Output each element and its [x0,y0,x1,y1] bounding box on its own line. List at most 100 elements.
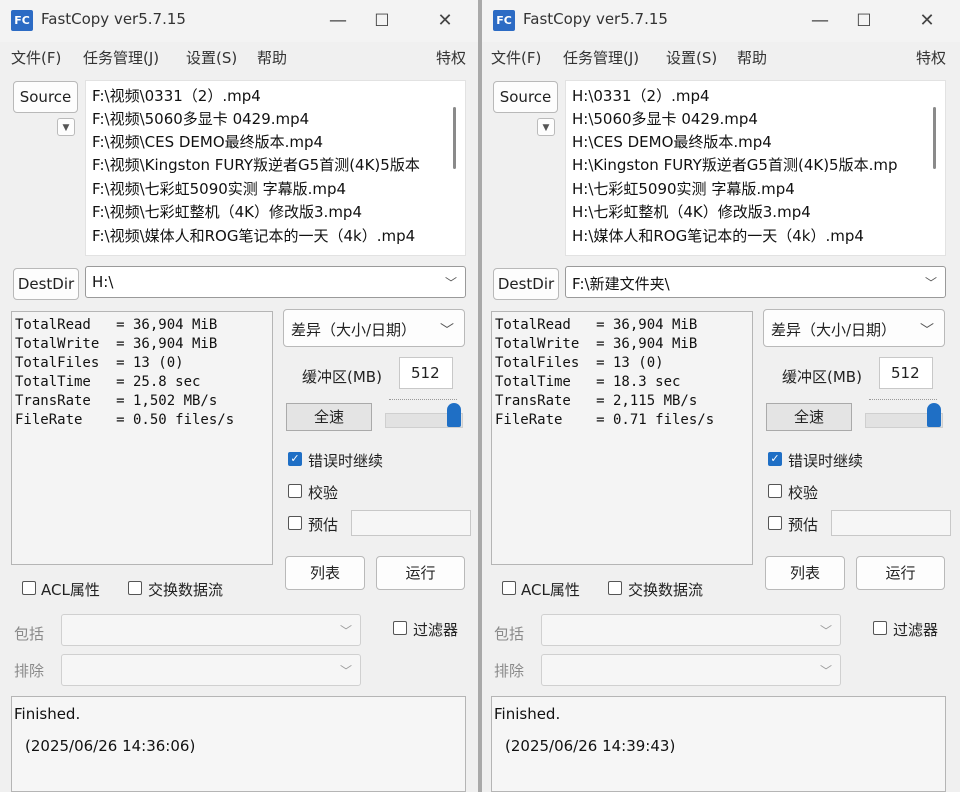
acl-checkbox[interactable] [502,581,516,595]
minimize-button[interactable]: — [318,6,358,36]
acl-checkbox[interactable] [22,581,36,595]
full-speed-button[interactable]: 全速 [766,403,852,431]
stats-panel: TotalRead = 36,904 MiB TotalWrite = 36,9… [491,311,753,565]
status-timestamp: (2025/06/26 14:36:06) [25,737,196,755]
include-field[interactable]: ﹀ [541,614,841,646]
acl-label: ACL属性 [41,581,100,599]
destdir-value: F:\新建文件夹\ [572,275,670,293]
list-item: F:\视频\七彩虹整机（4K）修改版3.mp4 [92,203,362,221]
stat-trans-rate: TransRate = 1,502 MB/s [15,393,218,409]
maximize-button[interactable]: ☐ [844,6,884,36]
include-field[interactable]: ﹀ [61,614,361,646]
menu-job[interactable]: 任务管理(J) [83,47,159,68]
list-button[interactable]: 列表 [765,556,845,590]
list-item: H:\5060多显卡 0429.mp4 [572,110,758,128]
source-history-dropdown[interactable]: ▼ [537,118,555,136]
title-bar: FC FastCopy ver5.7.15 — ☐ ✕ [482,0,960,42]
destdir-button[interactable]: DestDir [13,268,79,300]
ads-checkbox[interactable] [128,581,142,595]
destdir-field[interactable]: F:\新建文件夹\ ﹀ [565,266,946,298]
status-text: Finished. [494,705,561,723]
chevron-down-icon[interactable]: ﹀ [445,274,457,291]
slider-thumb[interactable] [447,403,461,427]
verify-checkbox[interactable] [288,484,302,498]
continue-on-error-checkbox[interactable]: ✓ [288,452,302,466]
list-scrollbar[interactable] [933,107,936,169]
acl-label: ACL属性 [521,581,580,599]
menu-settings[interactable]: 设置(S) [666,47,717,68]
menu-privilege[interactable]: 特权 [916,47,946,68]
status-timestamp: (2025/06/26 14:39:43) [505,737,676,755]
stat-total-time: TotalTime = 25.8 sec [15,374,201,390]
copy-mode-value: 差异（大小/日期） [291,321,417,339]
destdir-field[interactable]: H:\ ﹀ [85,266,466,298]
chevron-down-icon: ﹀ [440,323,454,339]
list-item: F:\视频\Kingston FURY叛逆者G5首测(4K)5版本 [92,156,420,174]
filter-checkbox[interactable] [873,621,887,635]
buffer-label: 缓冲区(MB) [782,368,862,386]
window-title: FastCopy ver5.7.15 [523,10,668,28]
ads-checkbox[interactable] [608,581,622,595]
list-button[interactable]: 列表 [285,556,365,590]
include-label: 包括 [494,625,525,643]
ads-label: 交换数据流 [628,581,704,599]
copy-mode-select[interactable]: 差异（大小/日期） ﹀ [283,309,465,347]
estimate-field [831,510,951,536]
copy-mode-select[interactable]: 差异（大小/日期） ﹀ [763,309,945,347]
chevron-down-icon: ﹀ [819,624,832,638]
maximize-button[interactable]: ☐ [362,6,402,36]
chevron-down-icon: ﹀ [339,664,352,678]
stat-total-read: TotalRead = 36,904 MiB [15,317,218,333]
exclude-field[interactable]: ﹀ [541,654,841,686]
menu-help[interactable]: 帮助 [737,47,767,68]
source-history-dropdown[interactable]: ▼ [57,118,75,136]
menu-help[interactable]: 帮助 [257,47,287,68]
stat-total-write: TotalWrite = 36,904 MiB [495,336,698,352]
buffer-label: 缓冲区(MB) [302,368,382,386]
stat-file-rate: FileRate = 0.71 files/s [495,412,715,428]
source-file-list[interactable]: H:\0331（2）.mp4 H:\5060多显卡 0429.mp4 H:\CE… [565,80,946,256]
stats-panel: TotalRead = 36,904 MiB TotalWrite = 36,9… [11,311,273,565]
destdir-button[interactable]: DestDir [493,268,559,300]
include-label: 包括 [14,625,45,643]
filter-label: 过滤器 [893,621,939,639]
menu-file[interactable]: 文件(F) [491,47,541,68]
close-button[interactable]: ✕ [907,6,947,36]
list-item: H:\七彩虹整机（4K）修改版3.mp4 [572,203,811,221]
chevron-down-icon[interactable]: ﹀ [925,274,937,291]
list-scrollbar[interactable] [453,107,456,169]
run-button[interactable]: 运行 [856,556,945,590]
estimate-checkbox[interactable] [768,516,782,530]
full-speed-button[interactable]: 全速 [286,403,372,431]
buffer-size-input[interactable]: 512 [879,357,933,389]
slider-ticks [389,399,457,404]
verify-checkbox[interactable] [768,484,782,498]
slider-thumb[interactable] [927,403,941,427]
stat-file-rate: FileRate = 0.50 files/s [15,412,235,428]
source-file-list[interactable]: F:\视频\0331（2）.mp4 F:\视频\5060多显卡 0429.mp4… [85,80,466,256]
source-button[interactable]: Source [13,81,78,113]
filter-checkbox[interactable] [393,621,407,635]
ads-label: 交换数据流 [148,581,224,599]
stat-trans-rate: TransRate = 2,115 MB/s [495,393,698,409]
estimate-checkbox[interactable] [288,516,302,530]
menu-job[interactable]: 任务管理(J) [563,47,639,68]
close-button[interactable]: ✕ [425,6,465,36]
estimate-label: 预估 [788,516,819,534]
fastcopy-app-icon: FC [11,10,33,31]
menu-settings[interactable]: 设置(S) [186,47,237,68]
list-item: F:\视频\CES DEMO最终版本.mp4 [92,133,324,151]
exclude-label: 排除 [14,662,45,680]
status-box: Finished. (2025/06/26 14:39:43) [491,696,946,792]
menu-file[interactable]: 文件(F) [11,47,61,68]
fastcopy-window-right: FC FastCopy ver5.7.15 — ☐ ✕ 文件(F) 任务管理(J… [482,0,960,792]
menu-privilege[interactable]: 特权 [436,47,466,68]
exclude-field[interactable]: ﹀ [61,654,361,686]
continue-on-error-checkbox[interactable]: ✓ [768,452,782,466]
speed-slider[interactable] [865,397,943,431]
run-button[interactable]: 运行 [376,556,465,590]
minimize-button[interactable]: — [800,6,840,36]
source-button[interactable]: Source [493,81,558,113]
buffer-size-input[interactable]: 512 [399,357,453,389]
speed-slider[interactable] [385,397,463,431]
